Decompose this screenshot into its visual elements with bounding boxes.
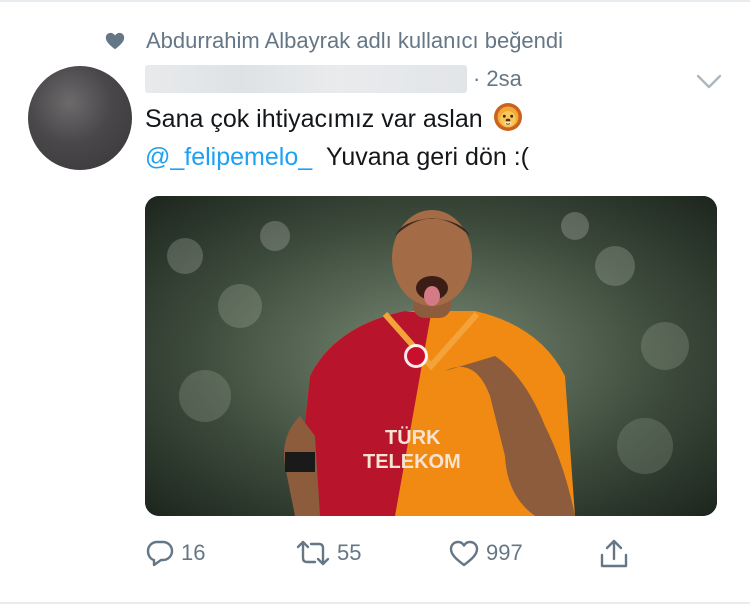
author-name-blurred[interactable]: [145, 65, 467, 93]
mention-link[interactable]: @_felipemelo_: [145, 143, 312, 171]
reply-count: 16: [181, 540, 206, 565]
share-action[interactable]: [598, 538, 636, 570]
tweet-text: Sana çok ihtiyacımız var aslan @_felipem…: [145, 100, 529, 176]
like-action[interactable]: 997: [448, 538, 523, 568]
photo-illustration: TÜRK TELEKOM: [145, 196, 717, 516]
tweet-line-2: @_felipemelo_ Yuvana geri dön :(: [145, 138, 529, 176]
tweet-actions: 16 55 997: [145, 538, 645, 578]
avatar[interactable]: [28, 66, 132, 170]
tweet-photo[interactable]: TÜRK TELEKOM: [145, 196, 717, 516]
lion-emoji-icon: [493, 103, 522, 131]
share-icon[interactable]: [598, 538, 630, 570]
jersey-sponsor-line-1: TÜRK: [385, 426, 441, 449]
tweet-line-1: Sana çok ihtiyacımız var aslan: [145, 100, 529, 138]
retweet-icon[interactable]: [295, 538, 331, 568]
tweet-line-2-text: Yuvana geri dön :(: [326, 143, 529, 171]
jersey-sponsor-line-2: TELEKOM: [363, 451, 461, 473]
reply-icon[interactable]: [145, 538, 175, 568]
retweet-action[interactable]: 55: [295, 538, 361, 568]
tweet-card[interactable]: Abdurrahim Albayrak adlı kullanıcı beğen…: [0, 0, 750, 604]
tweet-line-1-text: Sana çok ihtiyacımız var aslan: [145, 105, 483, 133]
like-count: 997: [486, 540, 523, 565]
social-context: Abdurrahim Albayrak adlı kullanıcı beğen…: [104, 28, 563, 54]
reply-action[interactable]: 16: [145, 538, 205, 568]
heart-icon: [105, 32, 125, 50]
time-separator: ·: [473, 66, 481, 91]
chevron-down-icon[interactable]: [696, 74, 722, 90]
tweet-header: · 2sa: [145, 64, 522, 94]
like-heart-icon[interactable]: [448, 538, 480, 568]
tweet-time[interactable]: 2sa: [486, 66, 521, 92]
retweet-count: 55: [337, 540, 362, 565]
social-context-text: Abdurrahim Albayrak adlı kullanıcı beğen…: [146, 28, 564, 53]
